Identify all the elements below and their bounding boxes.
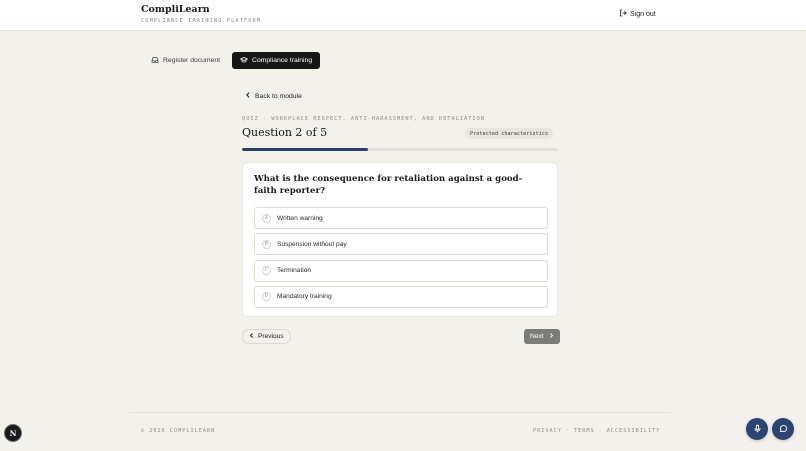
tab-compliance-training[interactable]: Compliance training: [232, 52, 321, 69]
option-letter: C: [262, 266, 271, 276]
terms-link[interactable]: TERMS: [574, 428, 595, 434]
topic-badge: Protected characteristics: [465, 128, 554, 139]
progress-fill: [242, 148, 369, 151]
previous-button[interactable]: Previous: [242, 329, 291, 344]
sign-out-icon: [619, 9, 627, 19]
answer-option-d[interactable]: D Mandatory training: [254, 285, 548, 308]
chevron-left-icon: [245, 92, 251, 100]
chevron-right-icon: [549, 333, 554, 340]
copyright: © 2026 COMPLILEARN: [141, 428, 216, 434]
option-text: Termination: [277, 267, 312, 275]
quiz-progress-bar: [242, 148, 558, 151]
tab-register-document[interactable]: Register document: [143, 52, 228, 69]
footer-divider: [129, 412, 671, 413]
option-letter: B: [262, 239, 271, 249]
answer-option-c[interactable]: C Termination: [254, 259, 548, 282]
separator: ·: [565, 428, 570, 434]
chevron-left-icon: [249, 333, 254, 340]
voice-assistant-button[interactable]: [746, 418, 768, 440]
sign-out-label: Sign out: [630, 10, 656, 18]
option-text: Suspension without pay: [277, 240, 347, 248]
footer-links: PRIVACY · TERMS · ACCESSIBILITY: [533, 428, 660, 434]
answer-option-a[interactable]: A Written warning: [254, 207, 548, 229]
back-label: Back to module: [255, 92, 302, 100]
brand-name: CompliLearn: [141, 4, 210, 15]
tab-label: Compliance training: [252, 57, 313, 64]
next-button[interactable]: Next: [524, 329, 560, 344]
answer-option-b[interactable]: B Suspension without pay: [254, 233, 548, 256]
microphone-icon: [753, 420, 762, 438]
section-tabs: Register document Compliance training: [143, 52, 321, 69]
sign-out-button[interactable]: Sign out: [619, 9, 656, 19]
option-text: Mandatory training: [277, 293, 332, 301]
next-label: Next: [530, 333, 544, 340]
answer-options: A Written warning B Suspension without p…: [254, 207, 548, 312]
back-to-module-link[interactable]: Back to module: [245, 92, 302, 100]
option-letter: D: [262, 292, 271, 302]
quiz-breadcrumb: QUIZ · WORKPLACE RESPECT, ANTI-HARASSMEN…: [242, 116, 485, 122]
question-card: What is the consequence for retaliation …: [242, 162, 558, 317]
chat-button[interactable]: [772, 418, 794, 440]
option-text: Written warning: [277, 214, 323, 222]
privacy-link[interactable]: PRIVACY: [533, 428, 562, 434]
previous-label: Previous: [258, 333, 284, 340]
graduation-cap-icon: [240, 56, 248, 66]
inbox-icon: [151, 56, 159, 66]
top-header: CompliLearn COMPLIANCE TRAINING PLATFORM…: [0, 0, 806, 31]
separator: ·: [598, 428, 603, 434]
question-counter: Question 2 of 5: [242, 126, 328, 139]
dev-tools-badge[interactable]: N: [4, 424, 22, 442]
brand-subtitle: COMPLIANCE TRAINING PLATFORM: [141, 18, 262, 24]
accessibility-link[interactable]: ACCESSIBILITY: [607, 428, 661, 434]
brand[interactable]: CompliLearn COMPLIANCE TRAINING PLATFORM: [141, 4, 261, 24]
question-text: What is the consequence for retaliation …: [254, 174, 523, 196]
option-letter: A: [262, 213, 271, 223]
chat-bubble-icon: [779, 420, 788, 438]
tab-label: Register document: [163, 57, 221, 64]
